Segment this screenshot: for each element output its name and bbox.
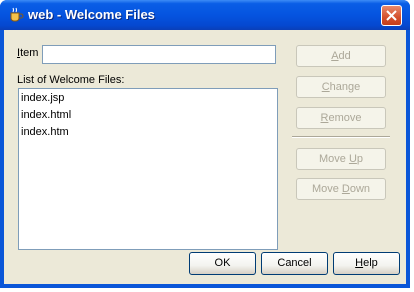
list-label: List of Welcome Files:: [17, 74, 125, 86]
close-button[interactable]: [381, 5, 402, 26]
change-button[interactable]: Change: [296, 76, 386, 98]
item-label: Item :: [17, 47, 45, 59]
separator: [292, 136, 390, 138]
ok-button[interactable]: OK: [189, 252, 256, 275]
list-item[interactable]: index.jsp: [21, 92, 64, 104]
remove-button[interactable]: Remove: [296, 107, 386, 129]
close-icon: [386, 10, 397, 21]
move-up-button[interactable]: Move Up: [296, 148, 386, 170]
move-down-button[interactable]: Move Down: [296, 178, 386, 200]
dialog-window: web - Welcome Files Item : List of Welco…: [0, 0, 410, 288]
add-button[interactable]: Add: [296, 45, 386, 67]
welcome-files-list[interactable]: index.jsp index.html index.htm: [18, 88, 278, 250]
cancel-button[interactable]: Cancel: [261, 252, 328, 275]
list-item[interactable]: index.html: [21, 109, 71, 121]
window-title: web - Welcome Files: [28, 7, 155, 22]
dialog-content: Item : List of Welcome Files: index.jsp …: [4, 30, 406, 284]
item-input[interactable]: [42, 45, 276, 64]
list-item[interactable]: index.htm: [21, 126, 69, 138]
app-icon: [8, 7, 24, 23]
help-button[interactable]: Help: [333, 252, 400, 275]
title-bar[interactable]: web - Welcome Files: [0, 0, 410, 30]
